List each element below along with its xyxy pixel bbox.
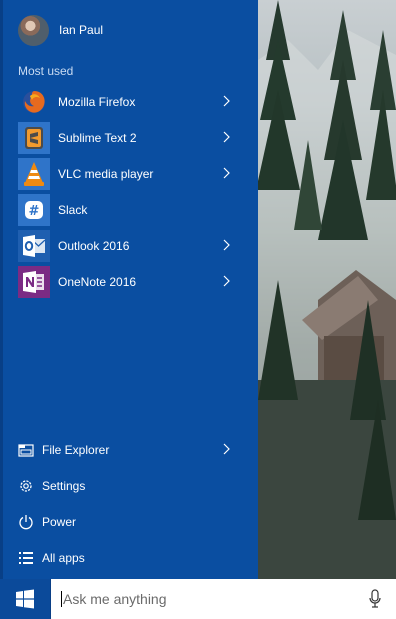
settings-item[interactable]: Settings [18, 468, 240, 504]
chevron-right-icon[interactable] [222, 239, 230, 251]
power-icon [18, 514, 34, 530]
app-onenote[interactable]: OneNote 2016 [18, 264, 240, 300]
folder-icon [18, 442, 34, 458]
microphone-icon[interactable] [368, 589, 382, 609]
start-bottom-list: File Explorer Settings Power All apps [18, 432, 240, 576]
chevron-right-icon[interactable] [222, 443, 230, 455]
windows-logo-icon [16, 589, 34, 609]
app-label: VLC media player [58, 167, 154, 181]
app-label: Sublime Text 2 [58, 131, 137, 145]
outlook-icon [18, 230, 50, 262]
sublime-text-icon [18, 122, 50, 154]
user-account[interactable]: Ian Paul [18, 14, 103, 46]
file-explorer-label: File Explorer [42, 443, 110, 457]
user-name: Ian Paul [59, 23, 104, 37]
app-label: Slack [58, 203, 88, 217]
all-apps-label: All apps [42, 551, 85, 565]
app-firefox[interactable]: Mozilla Firefox [18, 84, 240, 120]
app-label: OneNote 2016 [58, 275, 137, 289]
firefox-icon [18, 86, 50, 118]
app-label: Mozilla Firefox [58, 95, 136, 109]
file-explorer-item[interactable]: File Explorer [18, 432, 240, 468]
svg-text:#: # [29, 204, 40, 219]
app-sublime-text[interactable]: Sublime Text 2 [18, 120, 240, 156]
slack-icon: # [18, 194, 50, 226]
app-label: Outlook 2016 [58, 239, 130, 253]
all-apps-item[interactable]: All apps [18, 540, 240, 576]
vlc-icon [18, 158, 50, 190]
desktop-wallpaper [258, 0, 396, 579]
start-menu-edge [0, 0, 3, 579]
avatar [18, 14, 49, 46]
wallpaper-forest-image [258, 0, 396, 579]
app-vlc[interactable]: VLC media player [18, 156, 240, 192]
most-used-list: Mozilla Firefox Sublime Text 2 VLC media… [18, 84, 240, 300]
power-label: Power [42, 515, 77, 529]
onenote-icon [18, 266, 50, 298]
app-slack[interactable]: # Slack [18, 192, 240, 228]
chevron-right-icon[interactable] [222, 275, 230, 287]
chevron-right-icon[interactable] [222, 167, 230, 179]
text-caret [61, 591, 62, 607]
chevron-right-icon[interactable] [222, 95, 230, 107]
app-outlook[interactable]: Outlook 2016 [18, 228, 240, 264]
chevron-right-icon[interactable] [222, 131, 230, 143]
list-icon [18, 550, 34, 566]
most-used-heading: Most used [18, 64, 74, 78]
settings-label: Settings [42, 479, 86, 493]
search-placeholder: Ask me anything [63, 591, 167, 607]
power-item[interactable]: Power [18, 504, 240, 540]
taskbar: Ask me anything [0, 579, 396, 619]
gear-icon [18, 478, 34, 494]
start-menu: Ian Paul Most used Mozilla Firefox Subli… [0, 0, 258, 579]
start-button[interactable] [0, 579, 50, 619]
search-box[interactable]: Ask me anything [50, 579, 396, 619]
